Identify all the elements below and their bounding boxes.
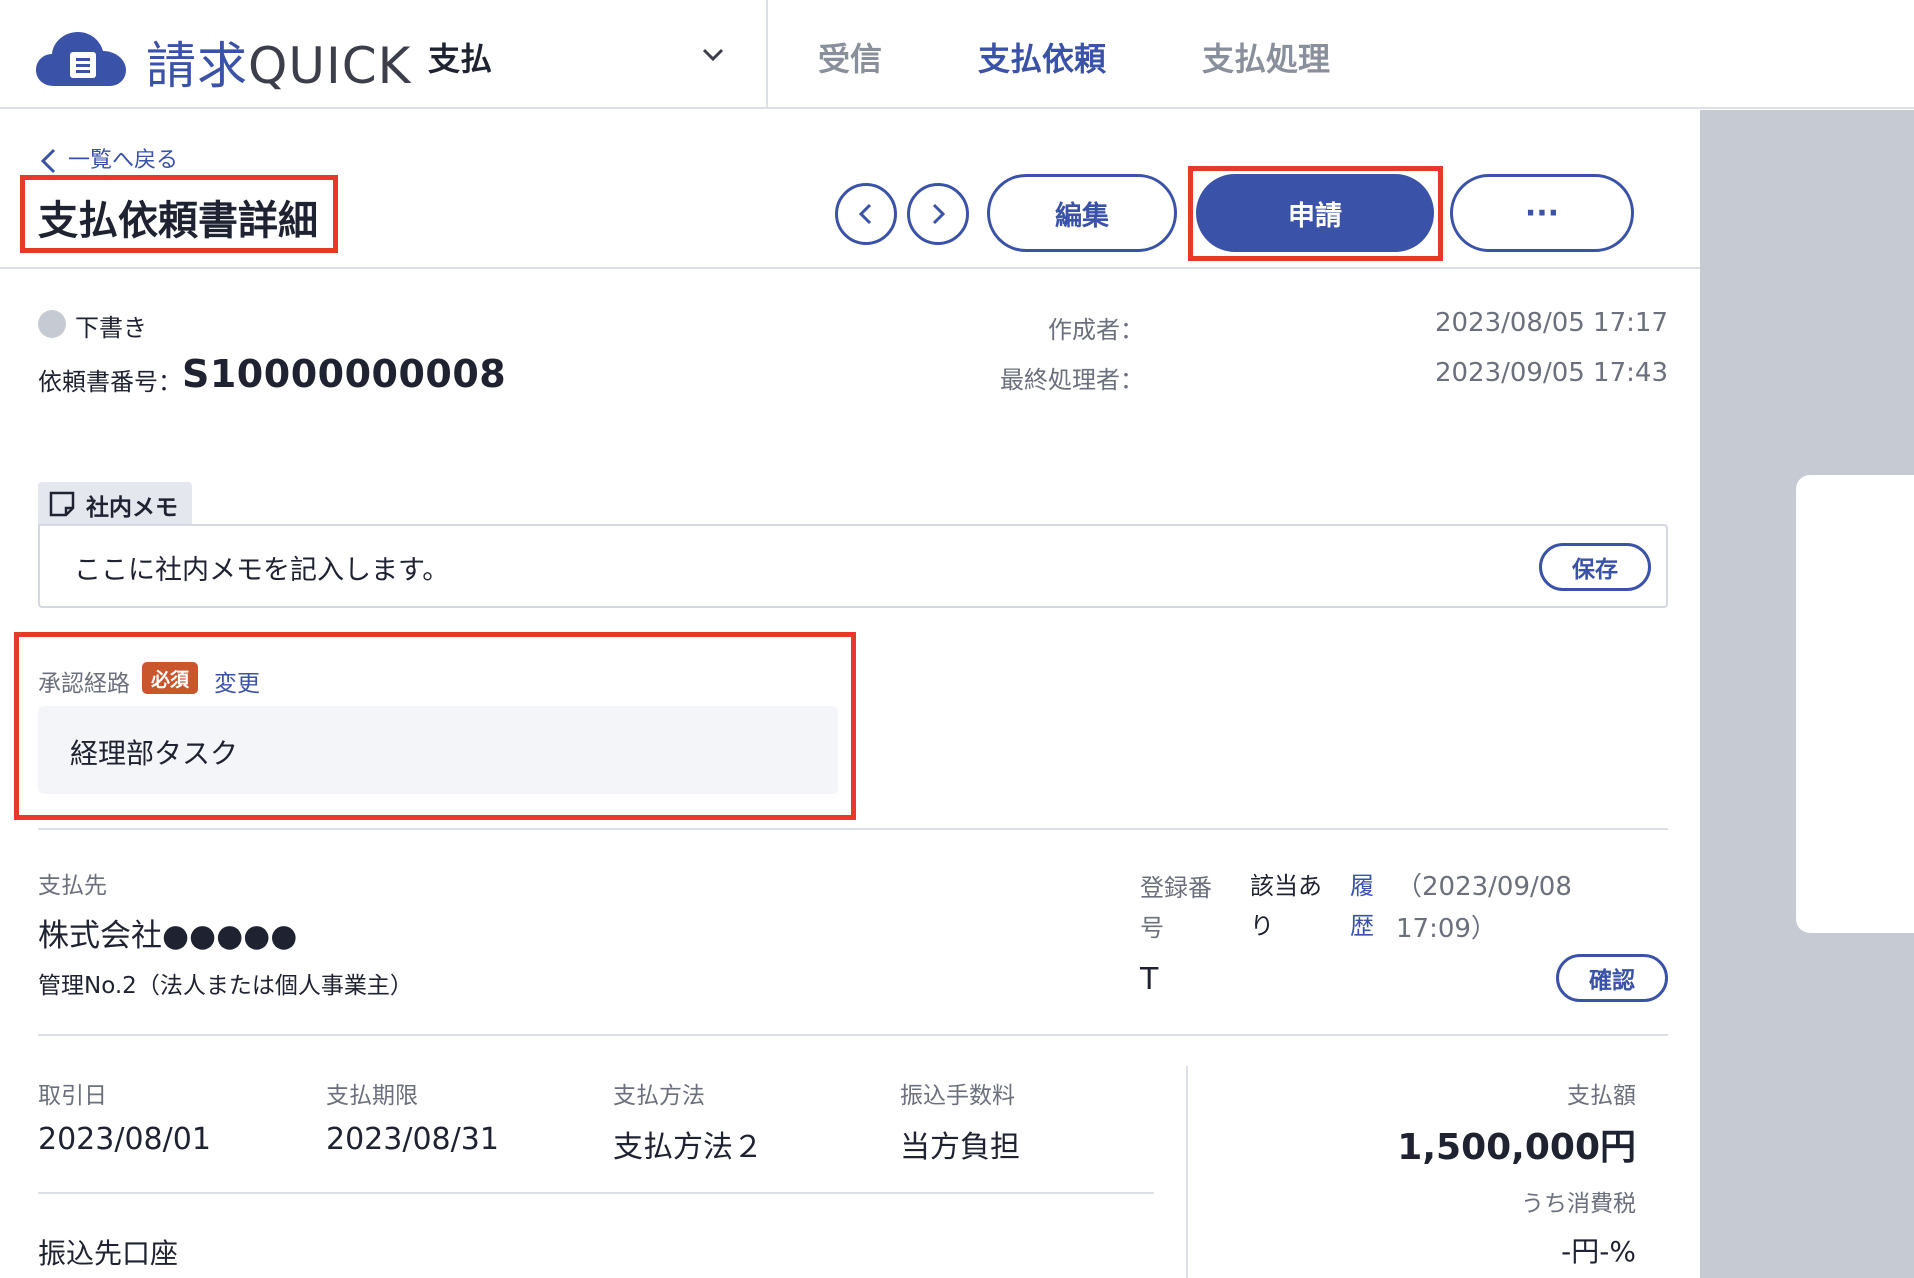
amount-label: 支払額	[1567, 1083, 1636, 1109]
payment-method: 支払方法２	[613, 1130, 763, 1165]
divider	[38, 1192, 1154, 1194]
confirm-button[interactable]: 確認	[1556, 954, 1668, 1002]
transaction-date: 2023/08/01	[38, 1122, 211, 1157]
note-icon	[49, 491, 75, 517]
last-processor-label: 最終処理者：	[1000, 366, 1144, 394]
chevron-left-icon	[40, 148, 56, 174]
memo-input[interactable]: ここに社内メモを記入します。	[74, 548, 1474, 587]
edit-button[interactable]: 編集	[987, 174, 1177, 252]
brand-name: 請求QUICK	[146, 37, 412, 95]
side-panel-card	[1796, 475, 1914, 933]
vendor-label: 支払先	[38, 873, 107, 899]
highlight-box	[14, 632, 856, 820]
request-number: S10000000008	[182, 352, 507, 396]
amount-value: 1,500,000円	[1397, 1127, 1636, 1168]
module-select[interactable]: 支払	[428, 30, 728, 80]
divider	[38, 828, 1668, 830]
creator-label: 作成者：	[1048, 316, 1144, 344]
tax-value: -円-%	[1561, 1235, 1636, 1268]
due-date-label: 支払期限	[326, 1083, 418, 1109]
tab-payment-processing[interactable]: 支払処理	[1202, 34, 1330, 80]
next-button[interactable]	[907, 183, 969, 245]
status-dot-icon	[38, 310, 66, 338]
memo-tab: 社内メモ	[38, 482, 192, 524]
more-button[interactable]: ···	[1450, 174, 1634, 252]
vendor-name: 株式会社●●●●●	[38, 918, 298, 954]
vendor-sub: 管理No.2（法人または個人事業主）	[38, 973, 413, 999]
request-number-label: 依頼書番号：	[38, 368, 182, 396]
highlight-box	[20, 175, 338, 253]
highlight-box	[1188, 166, 1443, 261]
processed-at: 2023/09/05 17:43	[1434, 358, 1668, 388]
header-divider	[766, 0, 768, 108]
history-date: （2023/09/08 17:09）	[1396, 872, 1572, 944]
cloud-logo-icon	[36, 32, 126, 86]
tab-payment-request[interactable]: 支払依頼	[978, 34, 1106, 80]
status-label: 下書き	[75, 314, 147, 342]
history-link[interactable]: 履歴	[1350, 866, 1380, 946]
memo-tab-label: 社内メモ	[86, 495, 178, 521]
created-at: 2023/08/05 17:17	[1434, 308, 1668, 338]
save-button[interactable]: 保存	[1539, 543, 1651, 591]
divider	[0, 267, 1700, 269]
vertical-divider	[1186, 1066, 1188, 1278]
back-link-label: 一覧へ戻る	[68, 148, 179, 173]
prev-button[interactable]	[835, 183, 897, 245]
back-link[interactable]: 一覧へ戻る	[38, 142, 178, 174]
transaction-date-label: 取引日	[38, 1083, 107, 1109]
registration-number-value: T	[1140, 962, 1159, 997]
tax-label: うち消費税	[1521, 1191, 1636, 1217]
chevron-down-icon	[702, 48, 724, 62]
divider	[38, 1034, 1668, 1036]
module-select-value: 支払	[428, 40, 493, 78]
payment-method-label: 支払方法	[613, 1083, 705, 1109]
chevron-left-icon	[858, 203, 872, 225]
transfer-account-label: 振込先口座	[38, 1237, 179, 1270]
memo-box: ここに社内メモを記入します。 保存	[38, 524, 1668, 608]
chevron-right-icon	[932, 203, 946, 225]
transfer-fee: 当方負担	[900, 1130, 1020, 1165]
registration-number-label: 登録番号	[1140, 874, 1212, 942]
app-header: 請求QUICK 支払 受信 支払依頼 支払処理	[0, 0, 1914, 109]
registration-status: 該当あり	[1250, 872, 1322, 940]
transfer-fee-label: 振込手数料	[900, 1083, 1015, 1109]
tab-received[interactable]: 受信	[818, 34, 882, 80]
due-date: 2023/08/31	[326, 1122, 499, 1157]
